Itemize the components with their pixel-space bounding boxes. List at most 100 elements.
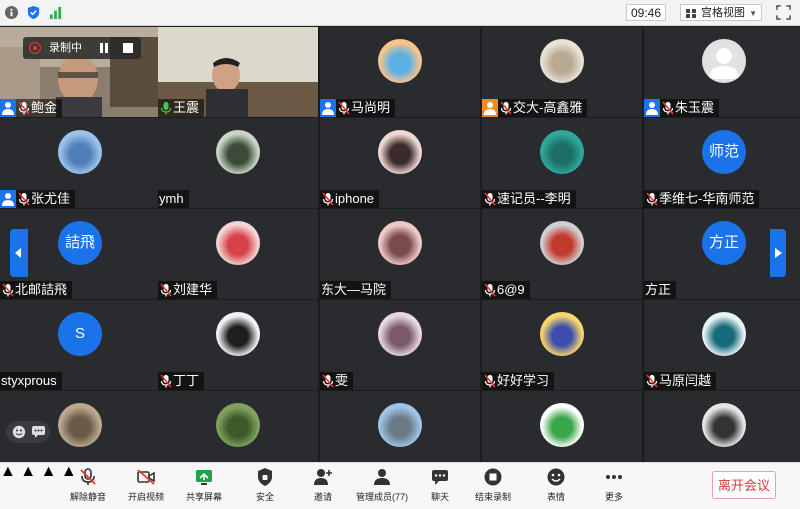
participant-avatar: 师范 xyxy=(702,130,746,174)
mic-active-icon xyxy=(160,101,172,115)
shield-icon xyxy=(258,468,272,486)
participant-nametag: 鲍金 xyxy=(0,99,63,117)
participant-tile[interactable]: 师范 季维七-华南师范 xyxy=(644,118,800,208)
participant-tile[interactable]: ymh xyxy=(158,118,318,208)
participant-avatar: S xyxy=(58,312,102,356)
participant-tile[interactable]: 刘建华 xyxy=(158,209,318,299)
participant-name: ymh xyxy=(159,191,184,206)
prev-page-button[interactable] xyxy=(10,229,28,277)
chevron-up-icon[interactable]: ▲ xyxy=(0,463,16,480)
mic-muted-icon xyxy=(500,101,512,115)
participant-avatar xyxy=(378,39,422,83)
participant-tile[interactable] xyxy=(158,391,318,462)
pause-recording-icon[interactable] xyxy=(99,43,109,53)
mic-muted-icon xyxy=(484,283,496,297)
participant-tile[interactable] xyxy=(482,391,642,462)
comment-icon[interactable] xyxy=(32,426,45,438)
meeting-clock: 09:46 xyxy=(626,4,666,21)
participant-avatar: 詰飛 xyxy=(58,221,102,265)
participant-tile[interactable]: 速记员--李明 xyxy=(482,118,642,208)
fullscreen-icon[interactable] xyxy=(776,5,791,20)
participant-avatar xyxy=(378,221,422,265)
reaction-pill[interactable] xyxy=(6,421,50,443)
participant-tile[interactable]: 朱玉震 xyxy=(644,27,800,117)
participant-nametag: 交大-高鑫雅 xyxy=(482,99,588,117)
signal-strength-icon[interactable] xyxy=(48,5,63,20)
invite-label: 邀请 xyxy=(313,492,332,502)
mic-muted-icon xyxy=(646,192,658,206)
participant-tile[interactable]: 雯 xyxy=(320,300,480,390)
shield-icon[interactable] xyxy=(26,5,41,20)
top-status-bar: 09:46 宫格视图 ▼ xyxy=(0,0,800,26)
participant-tile[interactable] xyxy=(320,391,480,462)
participant-name: iphone xyxy=(335,191,375,206)
invite-button[interactable]: 邀请 xyxy=(293,467,353,507)
more-button[interactable]: 更多 xyxy=(584,467,644,507)
participant-tile[interactable]: 丁丁 xyxy=(158,300,318,390)
participant-avatar xyxy=(540,221,584,265)
participant-name: 张尤佳 xyxy=(31,191,71,206)
mic-muted-icon xyxy=(484,192,496,206)
participant-nametag: ymh xyxy=(158,190,189,208)
participant-name: 马尚明 xyxy=(351,100,391,115)
mic-muted-icon xyxy=(322,192,334,206)
participant-tile[interactable]: 张尤佳 xyxy=(0,118,160,208)
chevron-up-icon[interactable]: ▲ xyxy=(20,463,36,480)
participant-nametag: 马原闫越 xyxy=(644,372,717,390)
participant-name: 刘建华 xyxy=(173,282,213,297)
leave-meeting-button[interactable]: 离开会议 xyxy=(712,471,776,499)
participant-tile[interactable]: 交大-高鑫雅 xyxy=(482,27,642,117)
view-mode-label: 宫格视图 xyxy=(701,7,745,19)
participant-tile[interactable]: 东大—马院 xyxy=(320,209,480,299)
participant-avatar xyxy=(540,403,584,447)
participant-tile[interactable]: 好好学习 xyxy=(482,300,642,390)
participant-tile[interactable]: 马尚明 xyxy=(320,27,480,117)
chat-button[interactable]: 聊天 xyxy=(410,467,470,507)
chevron-down-icon: ▼ xyxy=(749,9,757,18)
smile-icon[interactable] xyxy=(12,425,26,439)
participant-nametag: 6@9 xyxy=(482,281,530,299)
add-user-icon xyxy=(314,469,332,485)
participant-avatar xyxy=(216,221,260,265)
mic-muted-icon xyxy=(2,283,14,297)
grid-view-icon xyxy=(686,9,696,18)
participant-name: 速记员--李明 xyxy=(497,191,571,206)
chevron-up-icon[interactable]: ▲ xyxy=(41,463,57,480)
participant-name: 朱玉震 xyxy=(675,100,715,115)
participant-nametag: 东大—马院 xyxy=(320,281,392,299)
share-screen-label: 共享屏幕 xyxy=(185,492,222,502)
participant-nametag: 方正 xyxy=(644,281,677,299)
stop-recording-icon[interactable] xyxy=(123,43,133,53)
share-screen-icon xyxy=(196,470,212,485)
mic-muted-icon xyxy=(160,374,172,388)
info-icon[interactable] xyxy=(4,5,19,20)
start-video-button[interactable]: 开启视频 xyxy=(116,467,176,507)
participant-name: 鲍金 xyxy=(31,100,58,115)
unmute-button[interactable]: 解除静音 xyxy=(58,467,118,507)
participant-nametag: 朱玉震 xyxy=(644,99,720,117)
security-button[interactable]: 安全 xyxy=(235,467,295,507)
stop-recording-button[interactable]: 结束录制 xyxy=(463,467,523,507)
next-page-button[interactable] xyxy=(770,229,786,277)
participant-avatar xyxy=(378,403,422,447)
chat-icon xyxy=(432,470,448,485)
participant-tile[interactable]: 6@9 xyxy=(482,209,642,299)
participant-tile[interactable]: iphone xyxy=(320,118,480,208)
mic-off-icon xyxy=(80,468,96,485)
participant-avatar xyxy=(540,130,584,174)
participant-tile[interactable]: 王震 xyxy=(158,27,318,117)
manage-members-button[interactable]: 管理成员(77) xyxy=(352,467,412,507)
participant-nametag: 刘建华 xyxy=(158,281,218,299)
participant-tile[interactable] xyxy=(644,391,800,462)
mic-muted-icon xyxy=(322,374,334,388)
participant-avatar xyxy=(540,312,584,356)
view-mode-dropdown[interactable]: 宫格视图 ▼ xyxy=(680,4,762,21)
participant-tile[interactable]: 马原闫越 xyxy=(644,300,800,390)
user-role-icon xyxy=(644,99,660,117)
share-screen-button[interactable]: 共享屏幕 xyxy=(174,467,234,507)
participant-avatar xyxy=(58,403,102,447)
reactions-button[interactable]: 表情 xyxy=(526,467,586,507)
participant-avatar xyxy=(378,130,422,174)
participant-tile[interactable]: Sstyxprous xyxy=(0,300,160,390)
chevron-right-icon xyxy=(775,248,782,258)
